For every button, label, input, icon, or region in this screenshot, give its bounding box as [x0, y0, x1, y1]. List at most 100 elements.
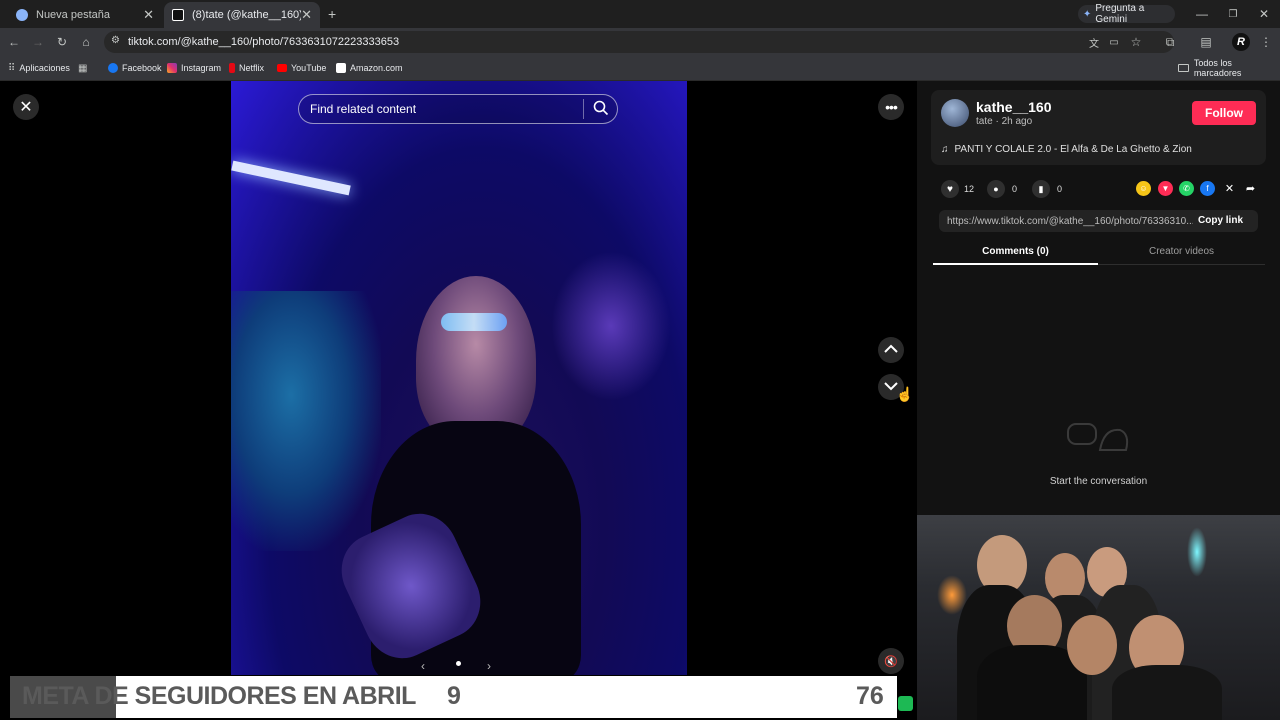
- coin-share-icon[interactable]: ☺: [1136, 181, 1151, 196]
- mute-button[interactable]: 🔇: [878, 648, 904, 674]
- chrome-icon: [16, 9, 28, 21]
- tab-title: (8)tate (@kathe__160) | TikTok: [192, 9, 302, 21]
- background-person: [551, 251, 671, 401]
- carousel-next-icon[interactable]: ›: [487, 659, 491, 673]
- instagram-icon: [167, 63, 177, 73]
- bookmark-star-icon[interactable]: ☆: [1126, 32, 1146, 52]
- post-photo: ‹ ›: [231, 81, 687, 675]
- author-username[interactable]: kathe__160: [976, 99, 1052, 115]
- repost-icon[interactable]: ▼: [1158, 181, 1173, 196]
- all-bookmarks[interactable]: Todos los marcadores: [1178, 58, 1280, 78]
- search-icon[interactable]: [593, 100, 609, 119]
- bookmark-label: Todos los marcadores: [1193, 58, 1242, 78]
- new-tab-button[interactable]: +: [328, 6, 336, 22]
- search-placeholder: Find related content: [310, 102, 417, 116]
- bookmark-label: Netflix: [239, 63, 265, 73]
- tab-tiktok[interactable]: (8)tate (@kathe__160) | TikTok ✕: [164, 2, 320, 28]
- apps-icon[interactable]: ▦: [78, 60, 87, 76]
- translate-icon[interactable]: 文: [1084, 32, 1104, 52]
- close-icon: ✕: [19, 99, 33, 116]
- url-text: tiktok.com/@kathe__160/photo/76336310722…: [128, 36, 400, 48]
- search-input[interactable]: Find related content: [298, 94, 618, 124]
- banner-count: 9: [447, 682, 461, 710]
- facebook-share-icon[interactable]: f: [1200, 181, 1215, 196]
- bookmark-youtube[interactable]: YouTube: [277, 60, 326, 76]
- mural: [231, 291, 381, 551]
- apps-grid-icon: ⠿: [8, 62, 16, 74]
- extensions-icon[interactable]: ⧉: [1160, 32, 1180, 52]
- tab-nueva-pestana[interactable]: Nueva pestaña ✕: [8, 2, 162, 28]
- empty-state-text: Start the conversation: [1049, 476, 1148, 487]
- carousel-prev-icon[interactable]: ‹: [421, 659, 425, 673]
- carousel-dot[interactable]: [456, 661, 461, 666]
- room-light: [1187, 527, 1207, 577]
- sunglasses: [441, 313, 507, 331]
- share-arrow-icon[interactable]: ➦: [1243, 181, 1258, 196]
- youtube-icon: [277, 64, 287, 72]
- avatar[interactable]: [941, 99, 969, 127]
- bookmark-facebook[interactable]: Facebook: [108, 60, 162, 76]
- gemini-button[interactable]: ✦ Pregunta a Gemini: [1078, 3, 1175, 25]
- save-action[interactable]: ▮ 0: [1032, 180, 1062, 198]
- copy-link-button[interactable]: Copy link: [1198, 215, 1243, 226]
- active-tab-indicator: [933, 263, 1098, 265]
- amazon-icon: [336, 63, 346, 73]
- forward-icon[interactable]: →: [28, 32, 48, 52]
- like-count: 12: [964, 184, 975, 194]
- menu-icon[interactable]: ⋮: [1256, 32, 1276, 52]
- follower-goal-banner: META DE SEGUIDORES EN ABRIL 9 76: [10, 676, 897, 718]
- tab-comments[interactable]: Comments (0): [933, 246, 1098, 257]
- more-icon: •••: [885, 99, 898, 115]
- banner-text: META DE SEGUIDORES EN ABRIL: [22, 682, 416, 710]
- whatsapp-icon[interactable]: ✆: [1179, 181, 1194, 196]
- close-tab-icon[interactable]: ✕: [301, 7, 312, 23]
- banner-goal: 76: [856, 682, 884, 710]
- folder-icon: [1178, 64, 1189, 72]
- profile-avatar[interactable]: R: [1232, 33, 1250, 51]
- bookmark-label: Facebook: [122, 63, 162, 73]
- tab-title: Nueva pestaña: [36, 9, 110, 21]
- music-row[interactable]: ♫ PANTI Y COLALE 2.0 - El Alfa & De La G…: [941, 144, 1192, 155]
- close-tab-icon[interactable]: ✕: [143, 7, 154, 23]
- stream-badge-icon: [898, 696, 913, 711]
- previous-post-button[interactable]: [878, 337, 904, 363]
- comment-action[interactable]: ● 0: [987, 180, 1017, 198]
- heart-icon: ♥: [941, 180, 959, 198]
- reload-icon[interactable]: ↻: [52, 32, 72, 52]
- bookmark-label: Amazon.com: [350, 63, 403, 73]
- bookmark-label: YouTube: [291, 63, 327, 73]
- bookmark-instagram[interactable]: Instagram: [167, 60, 221, 76]
- music-note-icon: ♫: [941, 144, 949, 155]
- author-nickname-time: tate · 2h ago: [976, 116, 1033, 127]
- facebook-icon: [108, 63, 118, 73]
- bookmark-netflix[interactable]: Netflix: [229, 60, 264, 76]
- bookmark-label: Aplicaciones: [19, 63, 70, 73]
- bookmark-aplicaciones[interactable]: ⠿ Aplicaciones: [8, 60, 70, 76]
- bookmark-amazon[interactable]: Amazon.com: [336, 60, 403, 76]
- music-title: PANTI Y COLALE 2.0 - El Alfa & De La Ghe…: [954, 144, 1192, 155]
- gemini-icon: ✦: [1083, 8, 1092, 20]
- close-viewer-button[interactable]: ✕: [13, 94, 39, 120]
- streamer-webcam: [917, 515, 1280, 720]
- tab-creator-videos[interactable]: Creator videos: [1098, 246, 1265, 257]
- bookmark-icon: ▮: [1032, 180, 1050, 198]
- chevron-up-icon: [884, 341, 898, 359]
- back-icon[interactable]: ←: [4, 32, 24, 52]
- save-count: 0: [1057, 184, 1063, 194]
- mouse-cursor-icon: ☝: [896, 386, 914, 402]
- x-share-icon[interactable]: ✕: [1222, 181, 1237, 196]
- person-face: [1067, 615, 1117, 675]
- minimize-icon[interactable]: —: [1192, 4, 1212, 24]
- comment-icon: ●: [987, 180, 1005, 198]
- more-options-button[interactable]: •••: [878, 94, 904, 120]
- restore-icon[interactable]: ❐: [1223, 4, 1243, 24]
- home-icon[interactable]: ⌂: [76, 32, 96, 52]
- like-action[interactable]: ♥ 12: [941, 180, 974, 198]
- site-info-icon[interactable]: ⚙: [111, 35, 120, 46]
- muted-speaker-icon: 🔇: [884, 655, 898, 668]
- cast-icon[interactable]: ▭: [1104, 32, 1124, 52]
- address-bar[interactable]: ⚙ tiktok.com/@kathe__160/photo/763363107…: [104, 31, 1174, 53]
- follow-button[interactable]: Follow: [1192, 101, 1256, 125]
- close-window-icon[interactable]: ✕: [1254, 4, 1274, 24]
- side-panel-icon[interactable]: ▤: [1196, 32, 1216, 52]
